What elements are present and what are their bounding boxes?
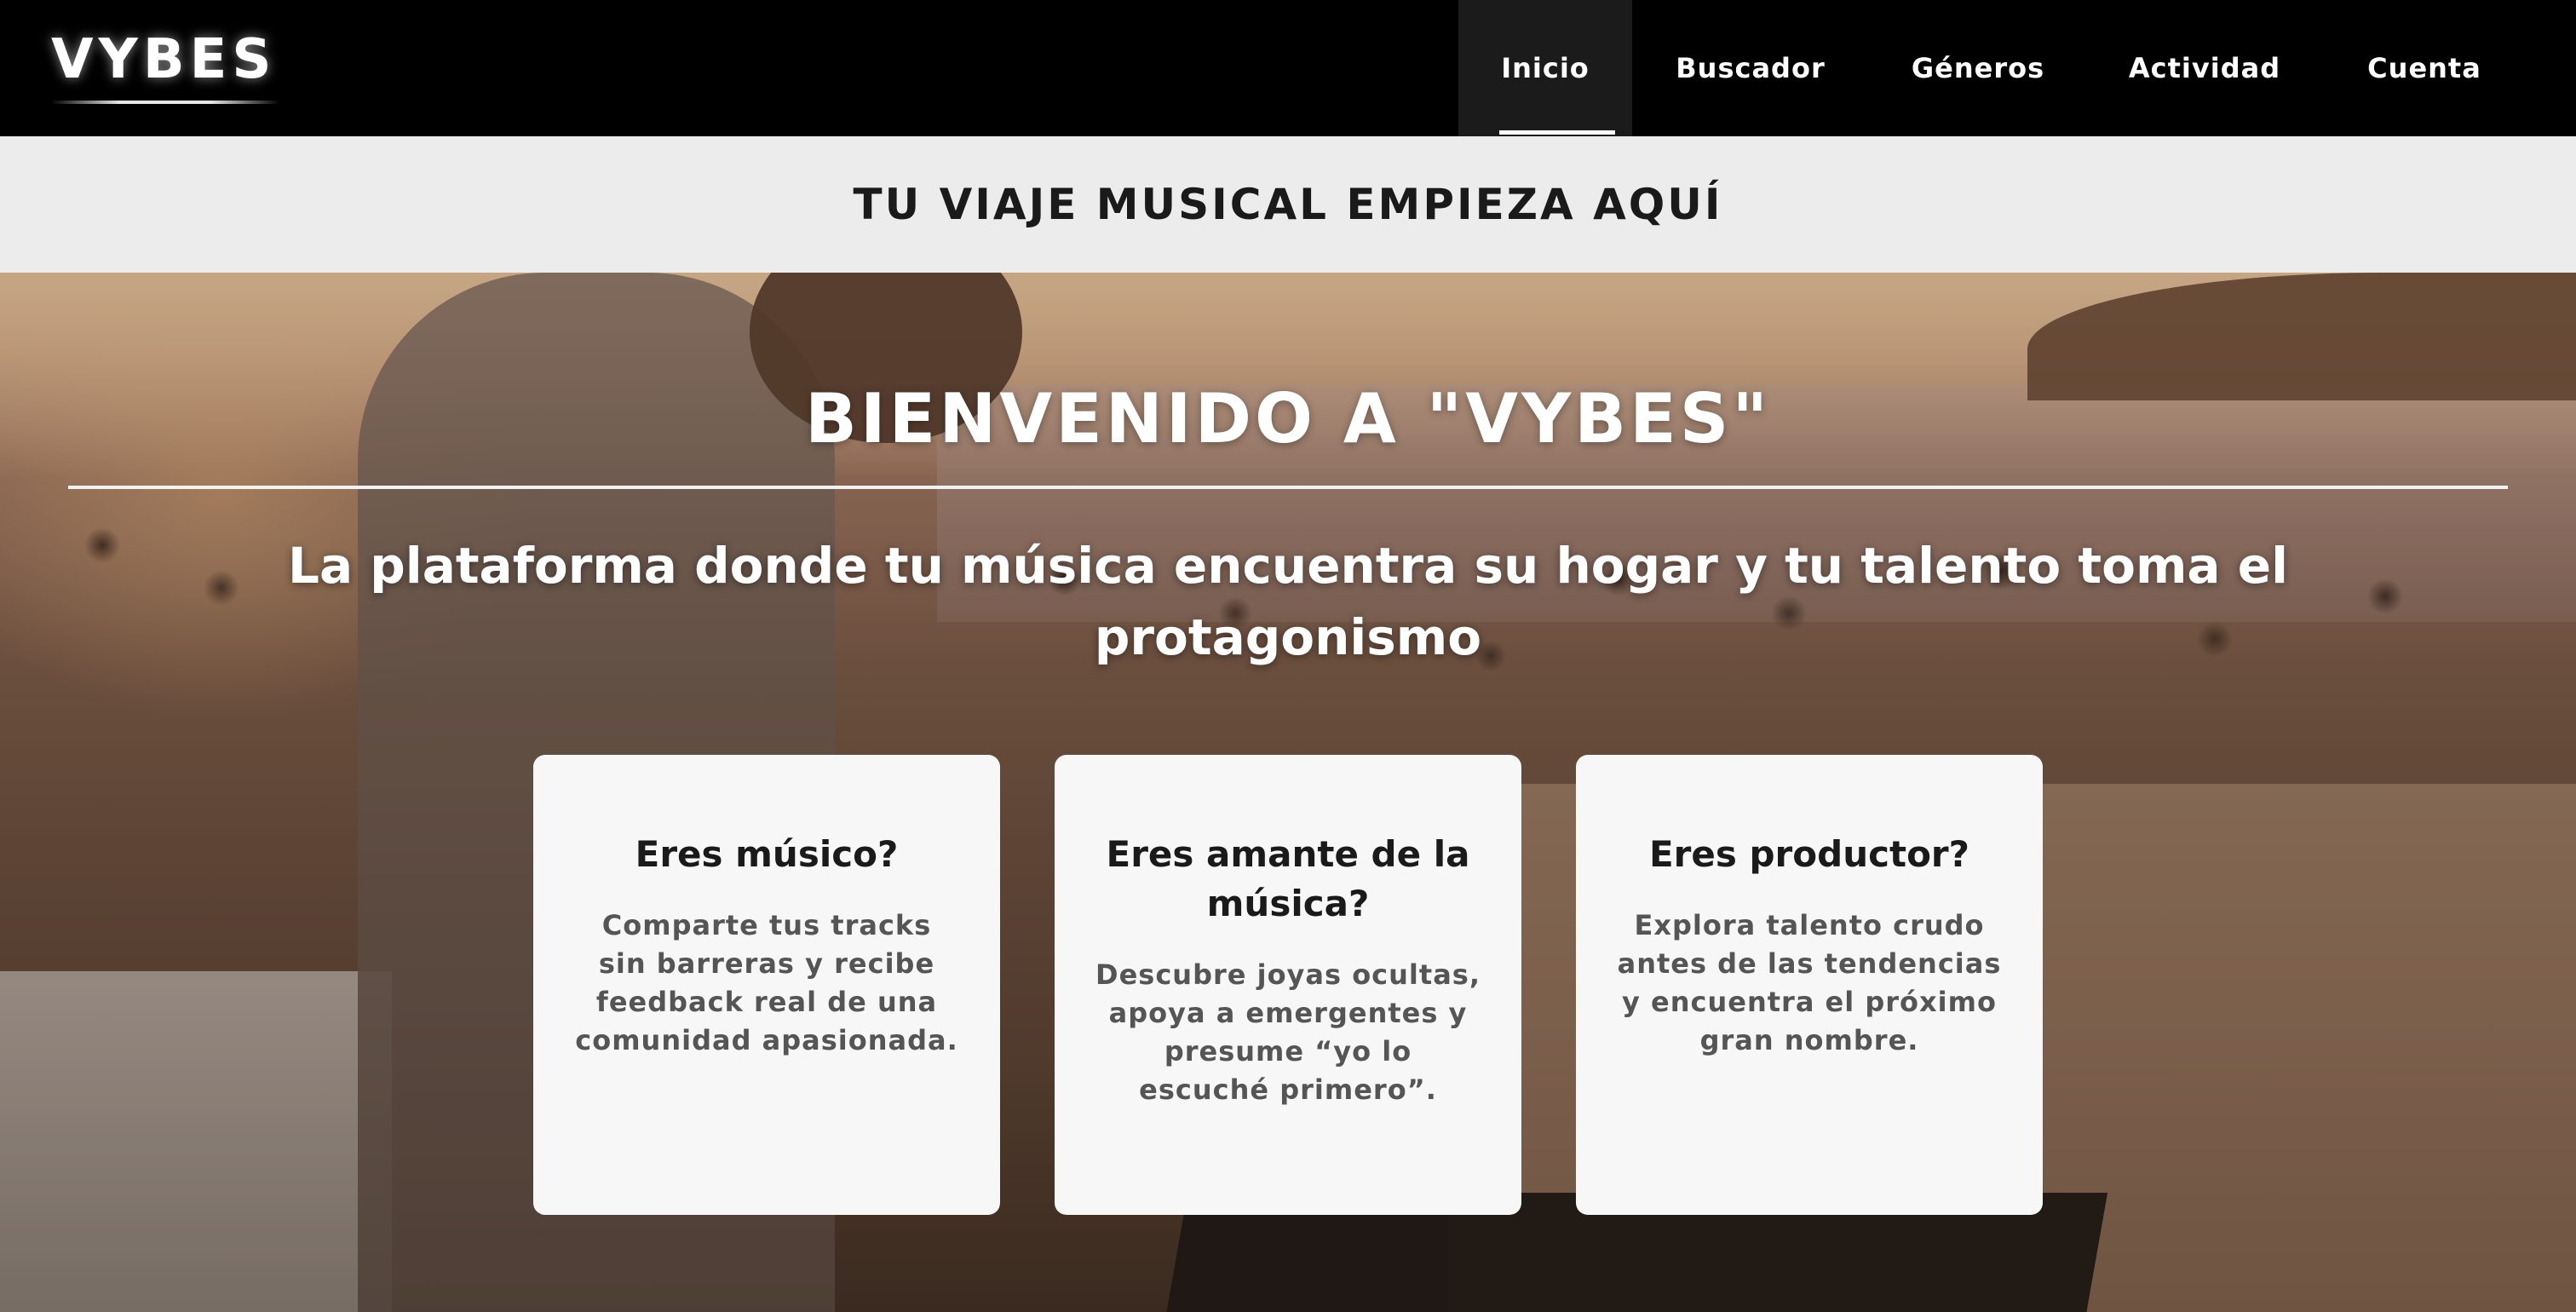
nav-item-cuenta[interactable]: Cuenta: [2348, 0, 2501, 136]
card-title: Eres productor?: [1648, 833, 1969, 875]
navbar: VYBES Inicio Buscador Géneros Actividad …: [0, 0, 2576, 136]
card-productor[interactable]: Eres productor? Explora talento crudo an…: [1576, 755, 2043, 1215]
hero-section: BIENVENIDO A "VYBES" La plataforma donde…: [0, 273, 2576, 1312]
hero-subtitle: La plataforma donde tu música encuentra …: [288, 537, 2288, 666]
hero-divider: [68, 486, 2508, 489]
card-text: Descubre joyas ocultas, apoya a emergent…: [1095, 958, 1481, 1106]
hero-title: BIENVENIDO A "VYBES": [804, 379, 1772, 458]
tagline-text: TU VIAJE MUSICAL EMPIEZA AQUÍ: [853, 180, 1723, 229]
nav-item-inicio[interactable]: Inicio: [1458, 0, 1632, 136]
nav-item-actividad[interactable]: Actividad: [2111, 0, 2298, 136]
tagline-banner: TU VIAJE MUSICAL EMPIEZA AQUÍ: [0, 136, 2576, 273]
card-musico[interactable]: Eres músico? Comparte tus tracks sin bar…: [533, 755, 1000, 1215]
card-amante-musica[interactable]: Eres amante de la música? Descubre joyas…: [1055, 755, 1521, 1215]
vybes-logo[interactable]: VYBES: [51, 32, 276, 87]
logo-underline: [51, 101, 279, 104]
card-title: Eres amante de la música?: [1106, 833, 1470, 924]
card-text: Comparte tus tracks sin barreras y recib…: [575, 909, 958, 1056]
card-text: Explora talento crudo antes de las tende…: [1617, 909, 2002, 1056]
card-title: Eres músico?: [635, 833, 899, 875]
nav-item-buscador[interactable]: Buscador: [1653, 0, 1849, 136]
nav-item-generos[interactable]: Géneros: [1893, 0, 2063, 136]
